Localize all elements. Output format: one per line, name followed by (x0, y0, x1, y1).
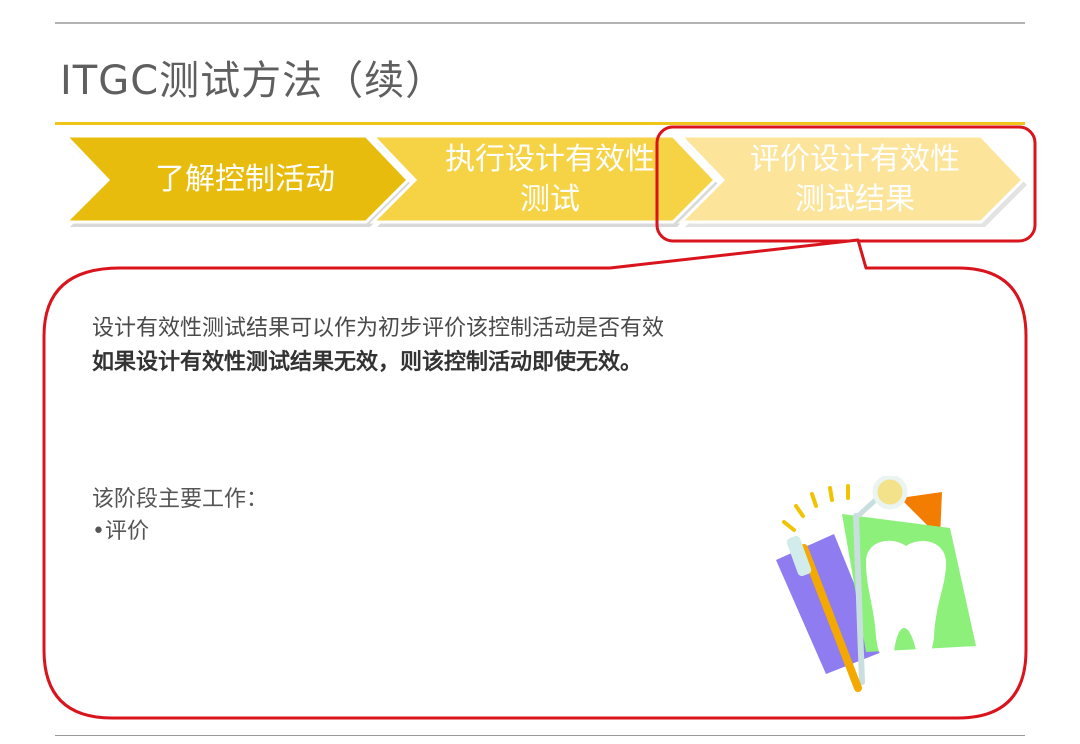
work-section: 该阶段主要工作： •评价 (92, 484, 268, 548)
title-underline (55, 122, 1025, 125)
step-2-label-line1: 执行设计有效性 (445, 142, 655, 177)
callout-line-2: 如果设计有效性测试结果无效，则该控制活动即使无效。 (92, 350, 643, 375)
step-3-label-line1: 评价设计有效性 (750, 142, 960, 177)
sparkle-rays-icon (782, 484, 850, 532)
callout-line-1: 设计有效性测试结果可以作为初步评价该控制活动是否有效 (92, 316, 665, 341)
step-1-label: 了解控制活动 (155, 162, 335, 197)
dental-mirror-head (872, 476, 908, 510)
bottom-divider (55, 735, 1025, 736)
step-2-label: 执行设计有效性 测试 (420, 140, 680, 220)
step-3-label-line2: 测试结果 (795, 182, 915, 217)
callout-body: 设计有效性测试结果可以作为初步评价该控制活动是否有效 如果设计有效性测试结果无效… (92, 312, 664, 380)
step-3-label: 评价设计有效性 测试结果 (720, 140, 990, 220)
step-2-label-line2: 测试 (520, 182, 580, 217)
work-heading: 该阶段主要工作： (92, 487, 269, 512)
dental-care-icon (776, 476, 976, 692)
work-item: •评价 (92, 519, 149, 544)
